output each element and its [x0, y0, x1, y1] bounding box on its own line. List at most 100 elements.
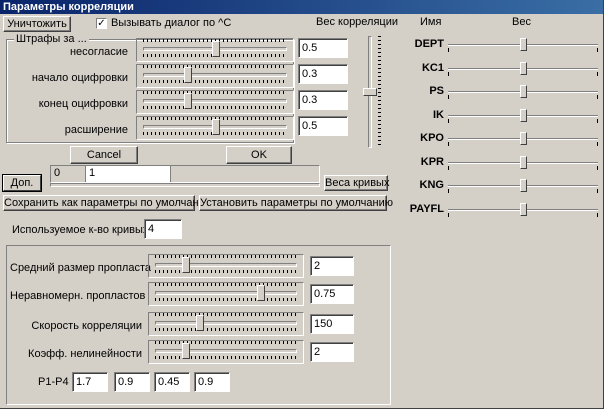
p4-field[interactable]: 0.9 [194, 372, 230, 392]
curve-weight-tick [597, 212, 598, 217]
p1-field[interactable]: 1.7 [72, 372, 108, 392]
param-value-field[interactable]: 150 [310, 314, 354, 334]
penalty-slider-track [143, 99, 287, 103]
param-slider-ticks [155, 255, 297, 258]
curve-weight-thumb[interactable] [519, 108, 527, 122]
penalty-slider-thumb[interactable] [212, 119, 220, 135]
param-slider-ticks [155, 356, 297, 359]
param-slider-ticks [155, 298, 297, 301]
curve-name: PS [429, 85, 444, 97]
penalty-value-field[interactable]: 0.5 [298, 116, 348, 136]
curve-weight-slider[interactable] [448, 38, 598, 52]
destroy-button[interactable]: Уничтожить [3, 16, 71, 32]
curve-weight-slider[interactable] [448, 155, 598, 170]
curve-weights-button[interactable]: Веса кривых [324, 175, 389, 191]
penalty-slider[interactable] [136, 64, 294, 88]
curve-weight-slider[interactable] [448, 108, 598, 123]
call-dialog-checkbox[interactable]: ✓ [96, 18, 107, 29]
curve-weight-tick [597, 95, 598, 99]
curve-weight-tick [597, 165, 598, 170]
p3-field[interactable]: 0.45 [154, 372, 190, 392]
save-defaults-button[interactable]: Сохранить как параметры по умолчанию [3, 195, 213, 211]
curve-weight-tick [448, 95, 449, 99]
param-label: Скорость корреляции [31, 320, 142, 332]
curve-weight-tick [597, 118, 598, 123]
curve-name: KPO [420, 132, 444, 144]
param-slider-ticks [155, 283, 297, 286]
penalty-value-field[interactable]: 0.3 [298, 64, 348, 84]
param-slider-ticks [155, 328, 297, 331]
curve-name-header: Имя [420, 16, 442, 28]
curve-weight-thumb[interactable] [519, 85, 527, 98]
curve-weight-thumb[interactable] [519, 202, 527, 216]
penalty-value-field[interactable]: 0.5 [298, 38, 348, 58]
penalty-label: начало оцифровки [31, 72, 128, 84]
curve-weight-slider[interactable] [448, 202, 598, 217]
param-slider-thumb[interactable] [195, 315, 204, 331]
param-label: Средний размер пропласта [10, 262, 152, 274]
curve-weight-tick [448, 71, 449, 76]
penalty-slider-thumb[interactable] [184, 93, 193, 109]
curve-weight-slider[interactable] [448, 85, 598, 99]
curve-name: KPR [420, 155, 444, 168]
correlation-weight-label: Вес корреляции [316, 16, 399, 28]
penalty-slider-thumb[interactable] [212, 41, 220, 57]
curve-weight-tick [448, 118, 449, 123]
param-slider-thumb[interactable] [257, 285, 265, 301]
curve-weight-thumb[interactable] [519, 179, 527, 192]
ok-button[interactable]: OK [226, 146, 292, 164]
penalty-slider[interactable] [136, 90, 294, 114]
penalty-slider[interactable] [136, 38, 294, 62]
correlation-dialog: Параметры корреляции Уничтожить ✓ Вызыва… [0, 0, 604, 409]
curve-weight-tick [597, 48, 598, 52]
range-end: 1 [89, 167, 96, 179]
title-bar: Параметры корреляции [0, 0, 603, 14]
param-slider-track [155, 291, 297, 295]
curve-weight-header: Вес [512, 16, 531, 28]
curve-name: PAYFL [409, 202, 444, 215]
p2-field[interactable]: 0.9 [114, 372, 150, 392]
curve-weight-slider[interactable] [448, 132, 598, 146]
penalty-value-field[interactable]: 0.3 [298, 90, 348, 110]
param-slider-thumb[interactable] [182, 257, 191, 273]
range-selection[interactable]: 1 [85, 166, 171, 182]
curve-weight-thumb[interactable] [519, 132, 527, 145]
param-slider-thumb[interactable] [182, 343, 191, 359]
set-defaults-button[interactable]: Установить параметры по умолчанию [199, 195, 393, 211]
curve-weight-thumb[interactable] [519, 38, 527, 51]
curve-name: DEPT [414, 38, 444, 50]
curve-weight-slider[interactable] [448, 61, 598, 76]
param-slider[interactable] [148, 312, 304, 336]
curve-weight-tick [448, 212, 449, 217]
range-start: 0 [54, 167, 61, 179]
param-value-field[interactable]: 2 [310, 342, 354, 362]
param-slider[interactable] [148, 282, 304, 306]
cancel-button[interactable]: Cancel [70, 146, 138, 164]
curve-weight-thumb[interactable] [519, 61, 527, 75]
correlation-weight-slider[interactable] [360, 32, 382, 152]
curve-weight-tick [448, 48, 449, 52]
correlation-weight-thumb[interactable] [363, 88, 377, 96]
call-dialog-label: Вызывать диалог по ^C [111, 17, 232, 29]
p-label: P1-P4 [38, 376, 69, 388]
penalty-slider-thumb[interactable] [184, 67, 193, 83]
penalty-slider[interactable] [136, 116, 294, 140]
param-slider[interactable] [148, 340, 304, 364]
param-slider-ticks [155, 341, 297, 344]
curve-weight-slider[interactable] [448, 179, 598, 193]
penalty-slider-ticks [143, 65, 287, 68]
curve-name: KC1 [421, 61, 444, 74]
param-slider[interactable] [148, 254, 304, 278]
curve-weight-tick [448, 189, 449, 193]
param-value-field[interactable]: 2 [310, 256, 354, 276]
curve-weight-thumb[interactable] [519, 155, 527, 169]
more-button[interactable]: Доп. [3, 175, 41, 191]
curve-weight-tick [597, 142, 598, 146]
param-value-field[interactable]: 0.75 [310, 284, 354, 304]
penalty-slider-ticks [143, 106, 287, 109]
param-slider-track [155, 321, 297, 325]
range-track[interactable]: 0 1 [50, 165, 320, 183]
penalty-slider-ticks [143, 91, 287, 94]
window-title: Параметры корреляции [3, 1, 134, 13]
curves-count-field[interactable]: 4 [144, 219, 182, 239]
